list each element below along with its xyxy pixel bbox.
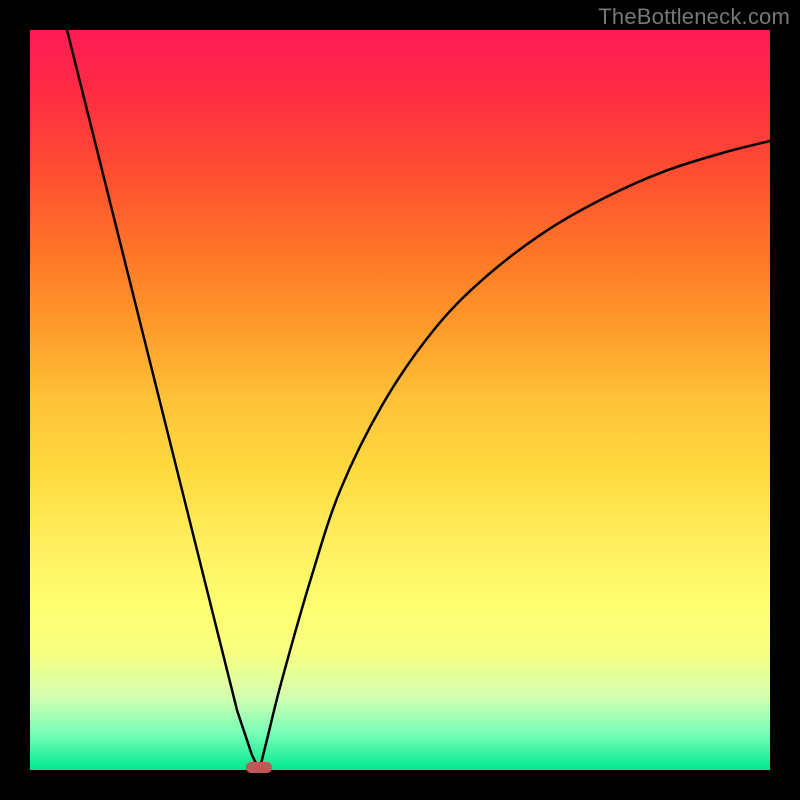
chart-frame: TheBottleneck.com bbox=[0, 0, 800, 800]
curve-svg bbox=[30, 30, 770, 770]
bottleneck-curve bbox=[67, 30, 770, 770]
watermark-text: TheBottleneck.com bbox=[598, 4, 790, 30]
plot-area bbox=[30, 30, 770, 770]
minimum-marker bbox=[246, 762, 272, 773]
